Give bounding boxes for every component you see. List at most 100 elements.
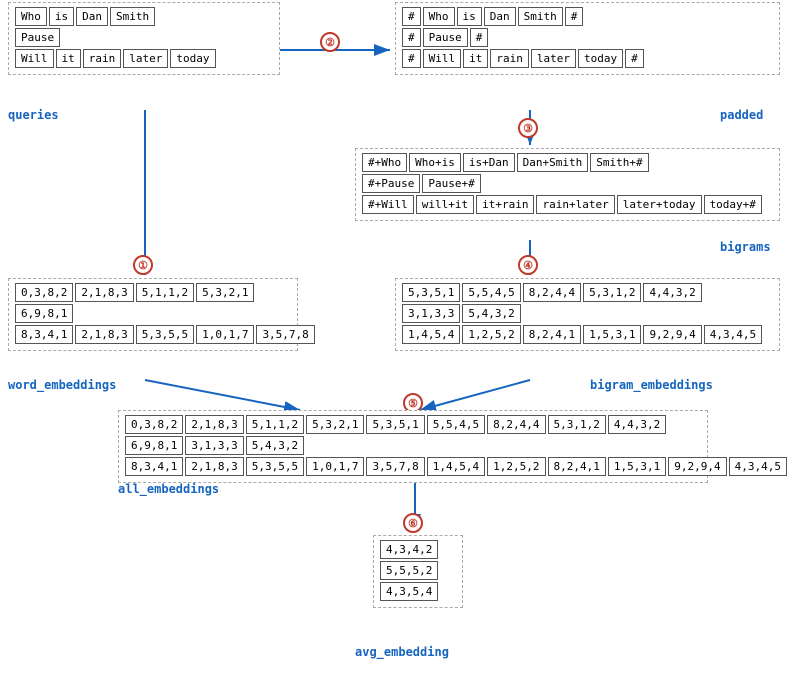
token: 9,2,9,4 bbox=[668, 457, 726, 476]
step-3: ③ bbox=[518, 118, 538, 138]
token: is bbox=[457, 7, 482, 26]
token: 4,4,3,2 bbox=[643, 283, 701, 302]
ae-row-1: 6,9,8,1 3,1,3,3 5,4,3,2 bbox=[125, 436, 701, 455]
token: Who+is bbox=[409, 153, 461, 172]
token: 4,3,4,2 bbox=[380, 540, 438, 559]
token: 4,3,4,5 bbox=[704, 325, 762, 344]
token: later+today bbox=[617, 195, 702, 214]
token: 6,9,8,1 bbox=[125, 436, 183, 455]
token: 5,3,5,1 bbox=[402, 283, 460, 302]
token: 5,3,5,5 bbox=[136, 325, 194, 344]
token: 0,3,8,2 bbox=[15, 283, 73, 302]
avg-row-2: 4,3,5,4 bbox=[380, 582, 456, 601]
token: # bbox=[565, 7, 584, 26]
token: Will bbox=[423, 49, 462, 68]
token: rain bbox=[83, 49, 122, 68]
word-embeddings-label: word_embeddings bbox=[8, 378, 116, 392]
token: 3,5,7,8 bbox=[256, 325, 314, 344]
token: Dan+Smith bbox=[517, 153, 589, 172]
token: # bbox=[470, 28, 489, 47]
step-6: ⑥ bbox=[403, 513, 423, 533]
padded-box: # Who is Dan Smith # # Pause # # Will it… bbox=[395, 2, 780, 75]
padded-row-0: # Who is Dan Smith # bbox=[402, 7, 773, 26]
token: will+it bbox=[416, 195, 474, 214]
token: 5,3,1,2 bbox=[548, 415, 606, 434]
token: 1,2,5,2 bbox=[462, 325, 520, 344]
token: 5,3,1,2 bbox=[583, 283, 641, 302]
bigram-embeddings-box: 5,3,5,1 5,5,4,5 8,2,4,4 5,3,1,2 4,4,3,2 … bbox=[395, 278, 780, 351]
token: 0,3,8,2 bbox=[125, 415, 183, 434]
token: 8,3,4,1 bbox=[125, 457, 183, 476]
avg-row-0: 4,3,4,2 bbox=[380, 540, 456, 559]
token: 1,2,5,2 bbox=[487, 457, 545, 476]
token: #+Will bbox=[362, 195, 414, 214]
token: Will bbox=[15, 49, 54, 68]
token: it bbox=[56, 49, 81, 68]
token: 2,1,8,3 bbox=[75, 283, 133, 302]
token: 4,4,3,2 bbox=[608, 415, 666, 434]
token: 1,4,5,4 bbox=[402, 325, 460, 344]
token: rain+later bbox=[536, 195, 614, 214]
token: 1,4,5,4 bbox=[427, 457, 485, 476]
token: 5,3,2,1 bbox=[196, 283, 254, 302]
token: 5,1,1,2 bbox=[136, 283, 194, 302]
token: 5,3,5,1 bbox=[366, 415, 424, 434]
token: # bbox=[402, 49, 421, 68]
token: 5,3,5,5 bbox=[246, 457, 304, 476]
token: Smith+# bbox=[590, 153, 648, 172]
avg-embedding-box: 4,3,4,2 5,5,5,2 4,3,5,4 bbox=[373, 535, 463, 608]
token: 1,0,1,7 bbox=[196, 325, 254, 344]
token: 5,3,2,1 bbox=[306, 415, 364, 434]
token: Smith bbox=[110, 7, 155, 26]
token: Pause bbox=[15, 28, 60, 47]
token: 8,2,4,4 bbox=[487, 415, 545, 434]
token: 3,1,3,3 bbox=[185, 436, 243, 455]
token: # bbox=[625, 49, 644, 68]
token: later bbox=[123, 49, 168, 68]
queries-label: queries bbox=[8, 108, 59, 122]
word-embeddings-box: 0,3,8,2 2,1,8,3 5,1,1,2 5,3,2,1 6,9,8,1 … bbox=[8, 278, 298, 351]
token: 9,2,9,4 bbox=[643, 325, 701, 344]
token: 5,5,5,2 bbox=[380, 561, 438, 580]
token: Dan bbox=[484, 7, 516, 26]
all-embeddings-box: 0,3,8,2 2,1,8,3 5,1,1,2 5,3,2,1 5,3,5,1 … bbox=[118, 410, 708, 483]
be-row-0: 5,3,5,1 5,5,4,5 8,2,4,4 5,3,1,2 4,4,3,2 bbox=[402, 283, 773, 302]
padded-label: padded bbox=[720, 108, 763, 122]
token: 1,5,3,1 bbox=[608, 457, 666, 476]
be-row-1: 3,1,3,3 5,4,3,2 bbox=[402, 304, 773, 323]
token: #+Pause bbox=[362, 174, 420, 193]
ae-row-0: 0,3,8,2 2,1,8,3 5,1,1,2 5,3,2,1 5,3,5,1 … bbox=[125, 415, 701, 434]
token: it bbox=[463, 49, 488, 68]
token: 3,5,7,8 bbox=[366, 457, 424, 476]
step-1: ① bbox=[133, 255, 153, 275]
ae-row-2: 8,3,4,1 2,1,8,3 5,3,5,5 1,0,1,7 3,5,7,8 … bbox=[125, 457, 701, 476]
token: Smith bbox=[518, 7, 563, 26]
token: 8,3,4,1 bbox=[15, 325, 73, 344]
token: 8,2,4,1 bbox=[523, 325, 581, 344]
token: 8,2,4,4 bbox=[523, 283, 581, 302]
token: 2,1,8,3 bbox=[75, 325, 133, 344]
token: 5,5,4,5 bbox=[427, 415, 485, 434]
token: 5,4,3,2 bbox=[462, 304, 520, 323]
bigrams-row-1: #+Pause Pause+# bbox=[362, 174, 773, 193]
bigrams-label: bigrams bbox=[720, 240, 771, 254]
we-row-2: 8,3,4,1 2,1,8,3 5,3,5,5 1,0,1,7 3,5,7,8 bbox=[15, 325, 291, 344]
token: is bbox=[49, 7, 74, 26]
avg-row-1: 5,5,5,2 bbox=[380, 561, 456, 580]
token: 5,4,3,2 bbox=[246, 436, 304, 455]
we-row-0: 0,3,8,2 2,1,8,3 5,1,1,2 5,3,2,1 bbox=[15, 283, 291, 302]
token: 2,1,8,3 bbox=[185, 457, 243, 476]
token: Dan bbox=[76, 7, 108, 26]
token: 4,3,5,4 bbox=[380, 582, 438, 601]
token: today+# bbox=[704, 195, 762, 214]
token: 1,5,3,1 bbox=[583, 325, 641, 344]
padded-row-1: # Pause # bbox=[402, 28, 773, 47]
all-embeddings-label: all_embeddings bbox=[118, 482, 219, 496]
token: # bbox=[402, 7, 421, 26]
token: later bbox=[531, 49, 576, 68]
token: 5,1,1,2 bbox=[246, 415, 304, 434]
be-row-2: 1,4,5,4 1,2,5,2 8,2,4,1 1,5,3,1 9,2,9,4 … bbox=[402, 325, 773, 344]
step-4: ④ bbox=[518, 255, 538, 275]
token: 3,1,3,3 bbox=[402, 304, 460, 323]
queries-row-1: Pause bbox=[15, 28, 273, 47]
